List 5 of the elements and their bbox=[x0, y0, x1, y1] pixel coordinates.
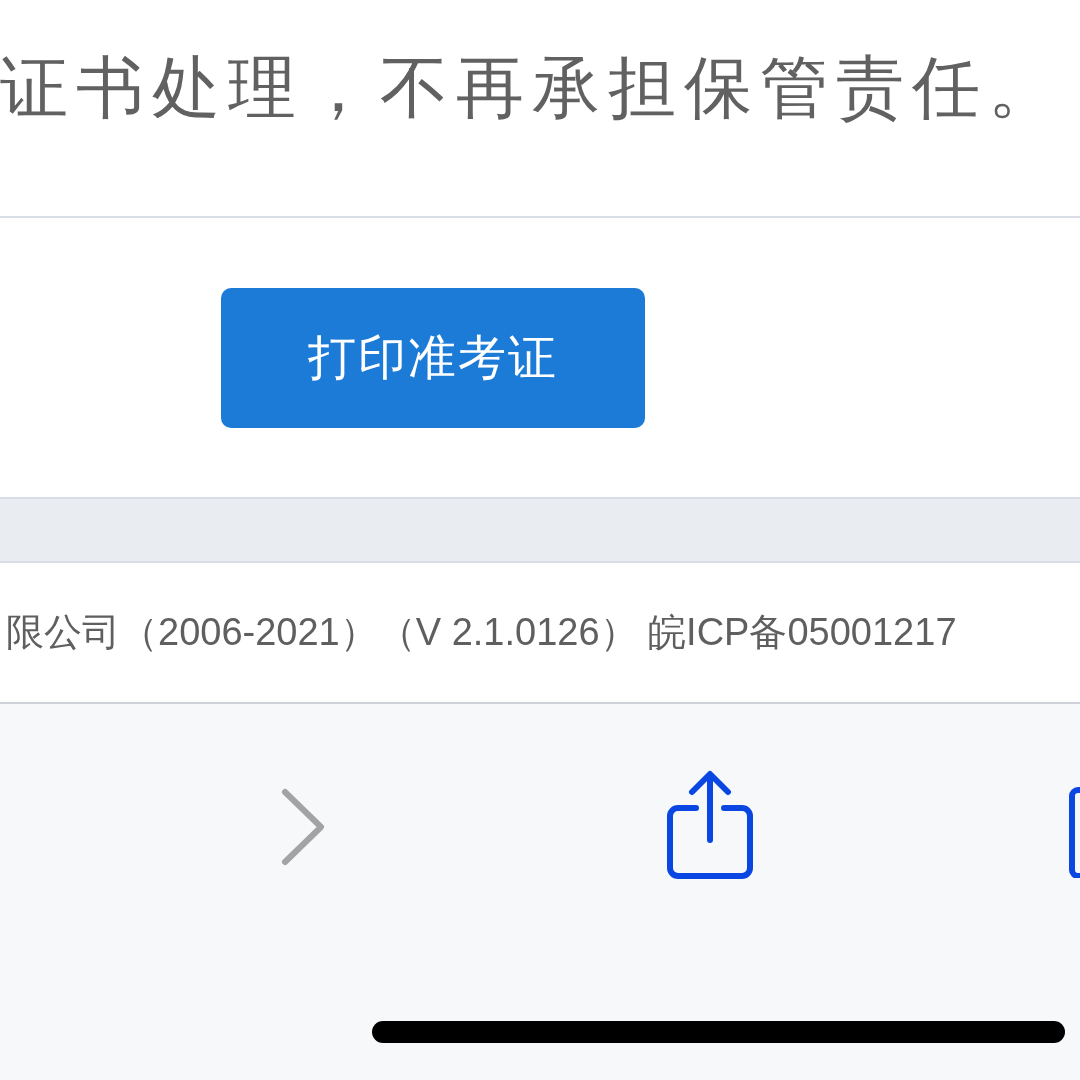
share-icon bbox=[666, 770, 754, 880]
chevron-right-icon bbox=[279, 786, 327, 868]
footer-text: 限公司（2006-2021）（V 2.1.0126） 皖ICP备05001217 bbox=[5, 610, 957, 655]
print-button[interactable]: 打印准考证 bbox=[221, 287, 645, 428]
notice-text: 证书处理，不再承担保管责任。 bbox=[0, 48, 1064, 127]
